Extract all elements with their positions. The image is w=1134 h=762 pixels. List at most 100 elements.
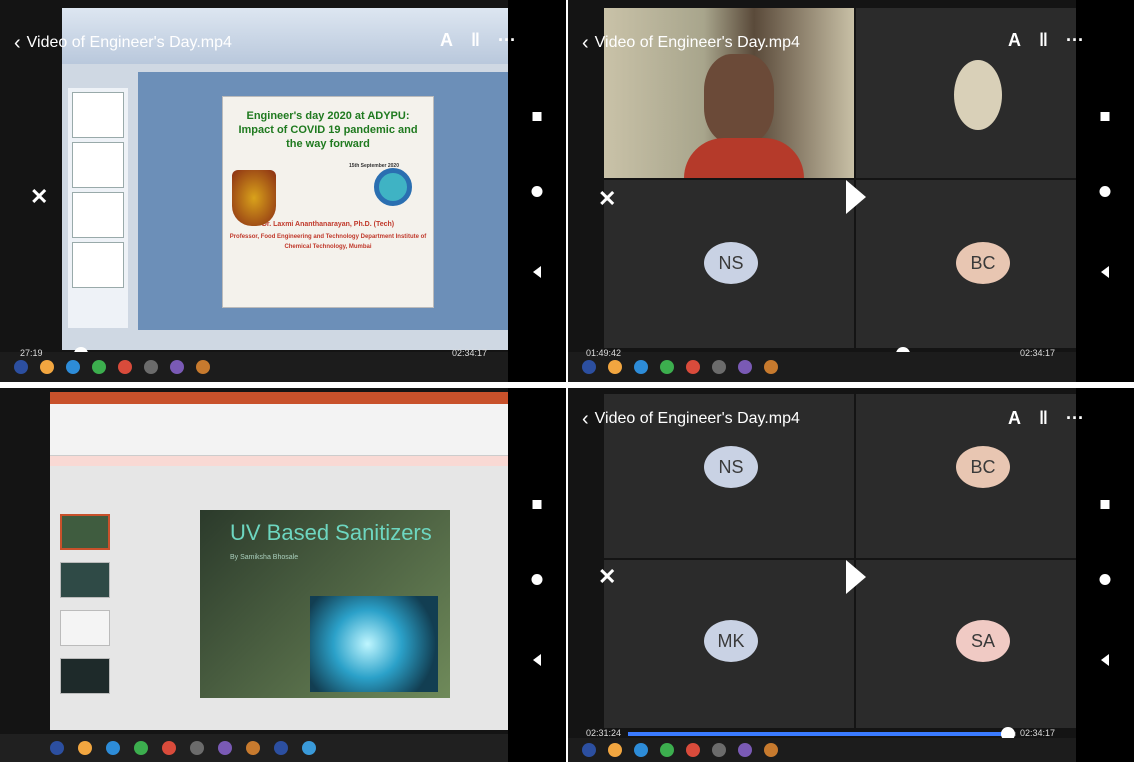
app-icon[interactable] xyxy=(582,360,596,374)
play-icon[interactable] xyxy=(846,560,866,594)
app-icon[interactable] xyxy=(274,741,288,755)
thumbnail[interactable] xyxy=(72,192,124,238)
close-icon[interactable]: ✕ xyxy=(598,186,616,212)
more-icon[interactable]: ··· xyxy=(498,30,516,51)
back-nav-icon[interactable] xyxy=(533,654,541,666)
thumbnail[interactable] xyxy=(72,92,124,138)
home-icon[interactable] xyxy=(1099,186,1111,197)
back-icon[interactable]: ‹ xyxy=(582,409,589,429)
recents-icon[interactable] xyxy=(1100,112,1110,121)
more-icon[interactable]: ··· xyxy=(1066,30,1084,51)
app-icon[interactable] xyxy=(40,360,54,374)
app-icon[interactable] xyxy=(118,360,132,374)
institute-logo-icon xyxy=(374,168,412,206)
notification-bar xyxy=(50,456,528,466)
app-icon[interactable] xyxy=(134,741,148,755)
title-bar xyxy=(50,392,528,404)
nav-bar xyxy=(1076,388,1134,762)
app-icon[interactable] xyxy=(144,360,158,374)
app-icon[interactable] xyxy=(608,360,622,374)
home-icon[interactable] xyxy=(531,574,543,585)
thumbnail[interactable] xyxy=(60,658,110,694)
app-icon[interactable] xyxy=(686,743,700,757)
back-nav-icon[interactable] xyxy=(1101,266,1109,278)
recents-icon[interactable] xyxy=(1100,500,1110,509)
video-collage: Engineer's day 2020 at ADYPU: Impact of … xyxy=(0,0,1134,762)
app-icon[interactable] xyxy=(660,360,674,374)
font-icon[interactable]: A xyxy=(1008,408,1021,429)
app-icon[interactable] xyxy=(106,741,120,755)
app-icon[interactable] xyxy=(170,360,184,374)
more-icon[interactable]: ··· xyxy=(1066,408,1084,429)
slide-title: Engineer's day 2020 at ADYPU: Impact of … xyxy=(238,110,418,150)
app-icon[interactable] xyxy=(582,743,596,757)
app-icon[interactable] xyxy=(66,360,80,374)
back-nav-icon[interactable] xyxy=(533,266,541,278)
recents-icon[interactable] xyxy=(532,500,542,509)
ribbon xyxy=(50,404,528,456)
thumbnail[interactable] xyxy=(72,142,124,188)
app-icon[interactable] xyxy=(634,360,648,374)
play-icon[interactable] xyxy=(846,180,866,214)
app-icon[interactable] xyxy=(92,360,106,374)
app-icon[interactable] xyxy=(196,360,210,374)
back-nav-icon[interactable] xyxy=(1101,654,1109,666)
nav-bar xyxy=(508,0,566,382)
seek-bar[interactable] xyxy=(628,727,1016,741)
filter-icon[interactable]: ‖ xyxy=(1039,408,1048,429)
slide-title: UV Based Sanitizers xyxy=(230,520,432,545)
app-icon[interactable] xyxy=(738,360,752,374)
panel-participant-grid: NS BC MK SA ‹ Video of Engineer's Day.mp… xyxy=(568,388,1134,762)
app-icon[interactable] xyxy=(764,360,778,374)
taskbar xyxy=(568,352,1076,382)
thumbnail[interactable] xyxy=(60,514,110,550)
filter-icon[interactable]: ‖ xyxy=(1039,30,1048,51)
app-icon[interactable] xyxy=(50,741,64,755)
emblem-icon xyxy=(232,170,276,226)
app-icon[interactable] xyxy=(686,360,700,374)
taskbar xyxy=(0,352,508,382)
back-icon[interactable]: ‹ xyxy=(14,33,21,53)
video-title-bar[interactable]: ‹ Video of Engineer's Day.mp4 xyxy=(582,409,800,429)
app-icon[interactable] xyxy=(14,360,28,374)
close-icon[interactable]: ✕ xyxy=(598,564,616,590)
participant-tile[interactable]: BC xyxy=(856,180,1106,348)
app-icon[interactable] xyxy=(218,741,232,755)
app-icon[interactable] xyxy=(764,743,778,757)
video-toolbar: A ‖ ··· xyxy=(1008,30,1084,51)
panel-powerpoint-share: UV Based Sanitizers By Samiksha Bhosale xyxy=(0,388,566,762)
app-icon[interactable] xyxy=(660,743,674,757)
app-icon[interactable] xyxy=(634,743,648,757)
app-icon[interactable] xyxy=(78,741,92,755)
font-icon[interactable]: A xyxy=(440,30,453,51)
time-elapsed: 27:19 xyxy=(20,348,43,358)
panel-slide-presentation: Engineer's day 2020 at ADYPU: Impact of … xyxy=(0,0,566,382)
avatar: SA xyxy=(956,620,1010,662)
home-icon[interactable] xyxy=(1099,574,1111,585)
app-icon[interactable] xyxy=(608,743,622,757)
thumbnail[interactable] xyxy=(60,562,110,598)
home-icon[interactable] xyxy=(531,186,543,197)
app-icon[interactable] xyxy=(246,741,260,755)
app-icon[interactable] xyxy=(190,741,204,755)
filter-icon[interactable]: ‖ xyxy=(471,30,480,51)
video-title-bar[interactable]: ‹ Video of Engineer's Day.mp4 xyxy=(582,33,800,53)
thumbnail[interactable] xyxy=(72,242,124,288)
back-icon[interactable]: ‹ xyxy=(582,33,589,53)
app-icon[interactable] xyxy=(302,741,316,755)
app-icon[interactable] xyxy=(162,741,176,755)
recents-icon[interactable] xyxy=(532,112,542,121)
app-icon[interactable] xyxy=(712,360,726,374)
participant-tile[interactable]: NS xyxy=(604,180,854,348)
participant-tile[interactable]: MK xyxy=(604,560,854,728)
app-icon[interactable] xyxy=(738,743,752,757)
app-icon[interactable] xyxy=(712,743,726,757)
thumbnail[interactable] xyxy=(60,610,110,646)
close-icon[interactable]: ✕ xyxy=(30,184,48,210)
avatar: NS xyxy=(704,446,758,488)
video-title-bar[interactable]: ‹ Video of Engineer's Day.mp4 xyxy=(14,33,232,53)
slide-thumbnails xyxy=(68,88,128,328)
participant-tile[interactable]: SA xyxy=(856,560,1106,728)
font-icon[interactable]: A xyxy=(1008,30,1021,51)
time-total: 02:34:17 xyxy=(452,348,488,358)
